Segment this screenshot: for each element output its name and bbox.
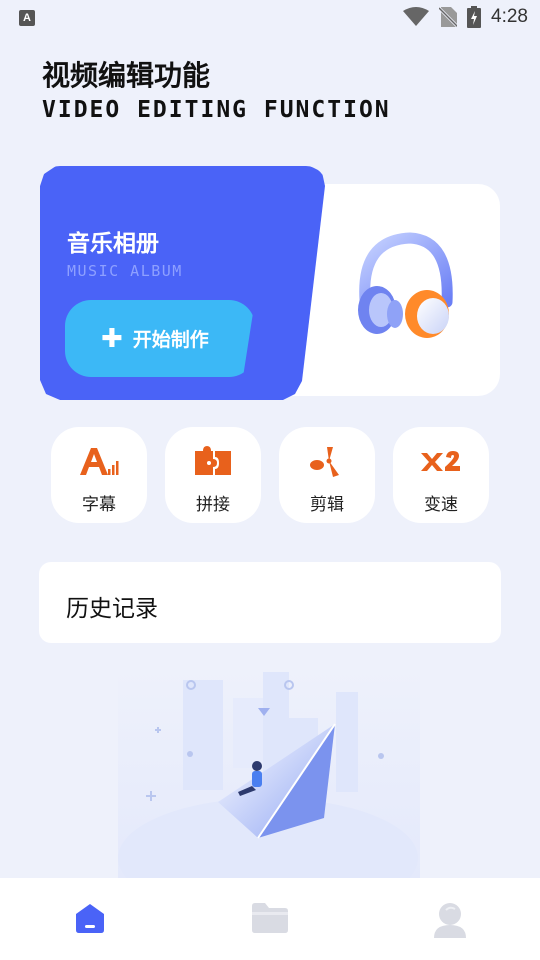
tool-cut[interactable]: 剪辑 bbox=[279, 427, 375, 523]
tool-subtitle[interactable]: 字幕 bbox=[51, 427, 147, 523]
history-label: 历史记录 bbox=[66, 596, 158, 622]
empty-history-illustration bbox=[118, 668, 420, 880]
folder-icon bbox=[252, 903, 288, 933]
app-notification-icon: A bbox=[19, 10, 35, 26]
start-create-button[interactable]: ✚ 开始制作 bbox=[65, 300, 255, 377]
tool-label: 变速 bbox=[424, 495, 458, 515]
speed-x2-icon bbox=[421, 451, 460, 471]
status-bar: A 4:28 bbox=[0, 0, 540, 36]
status-time: 4:28 bbox=[491, 6, 528, 27]
tool-merge[interactable]: 拼接 bbox=[165, 427, 261, 523]
start-create-label: 开始制作 bbox=[132, 329, 209, 351]
tool-label: 剪辑 bbox=[310, 495, 344, 515]
profile-icon bbox=[434, 903, 466, 938]
album-title: 音乐相册 bbox=[67, 231, 159, 257]
nav-profile[interactable] bbox=[430, 900, 470, 940]
page-subtitle: VIDEO EDITING FUNCTION bbox=[42, 97, 391, 123]
subtitle-icon bbox=[80, 448, 119, 475]
tool-label: 拼接 bbox=[196, 495, 230, 515]
album-subtitle: MUSIC ALBUM bbox=[67, 262, 183, 280]
wifi-icon bbox=[403, 7, 430, 26]
page-title: 视频编辑功能 bbox=[42, 59, 211, 92]
home-icon bbox=[76, 904, 104, 933]
nav-files[interactable] bbox=[250, 900, 290, 940]
battery-charging-icon bbox=[467, 6, 482, 28]
scissors-icon bbox=[310, 447, 339, 477]
no-sim-icon bbox=[439, 7, 458, 27]
puzzle-icon bbox=[195, 446, 231, 475]
bottom-nav bbox=[0, 878, 540, 960]
plus-icon: ✚ bbox=[101, 323, 123, 354]
nav-home[interactable] bbox=[72, 900, 112, 940]
tool-speed[interactable]: 变速 bbox=[393, 427, 489, 523]
history-section[interactable]: 历史记录 bbox=[39, 562, 501, 643]
headphones-illustration bbox=[358, 232, 453, 338]
tool-label: 字幕 bbox=[82, 495, 116, 515]
